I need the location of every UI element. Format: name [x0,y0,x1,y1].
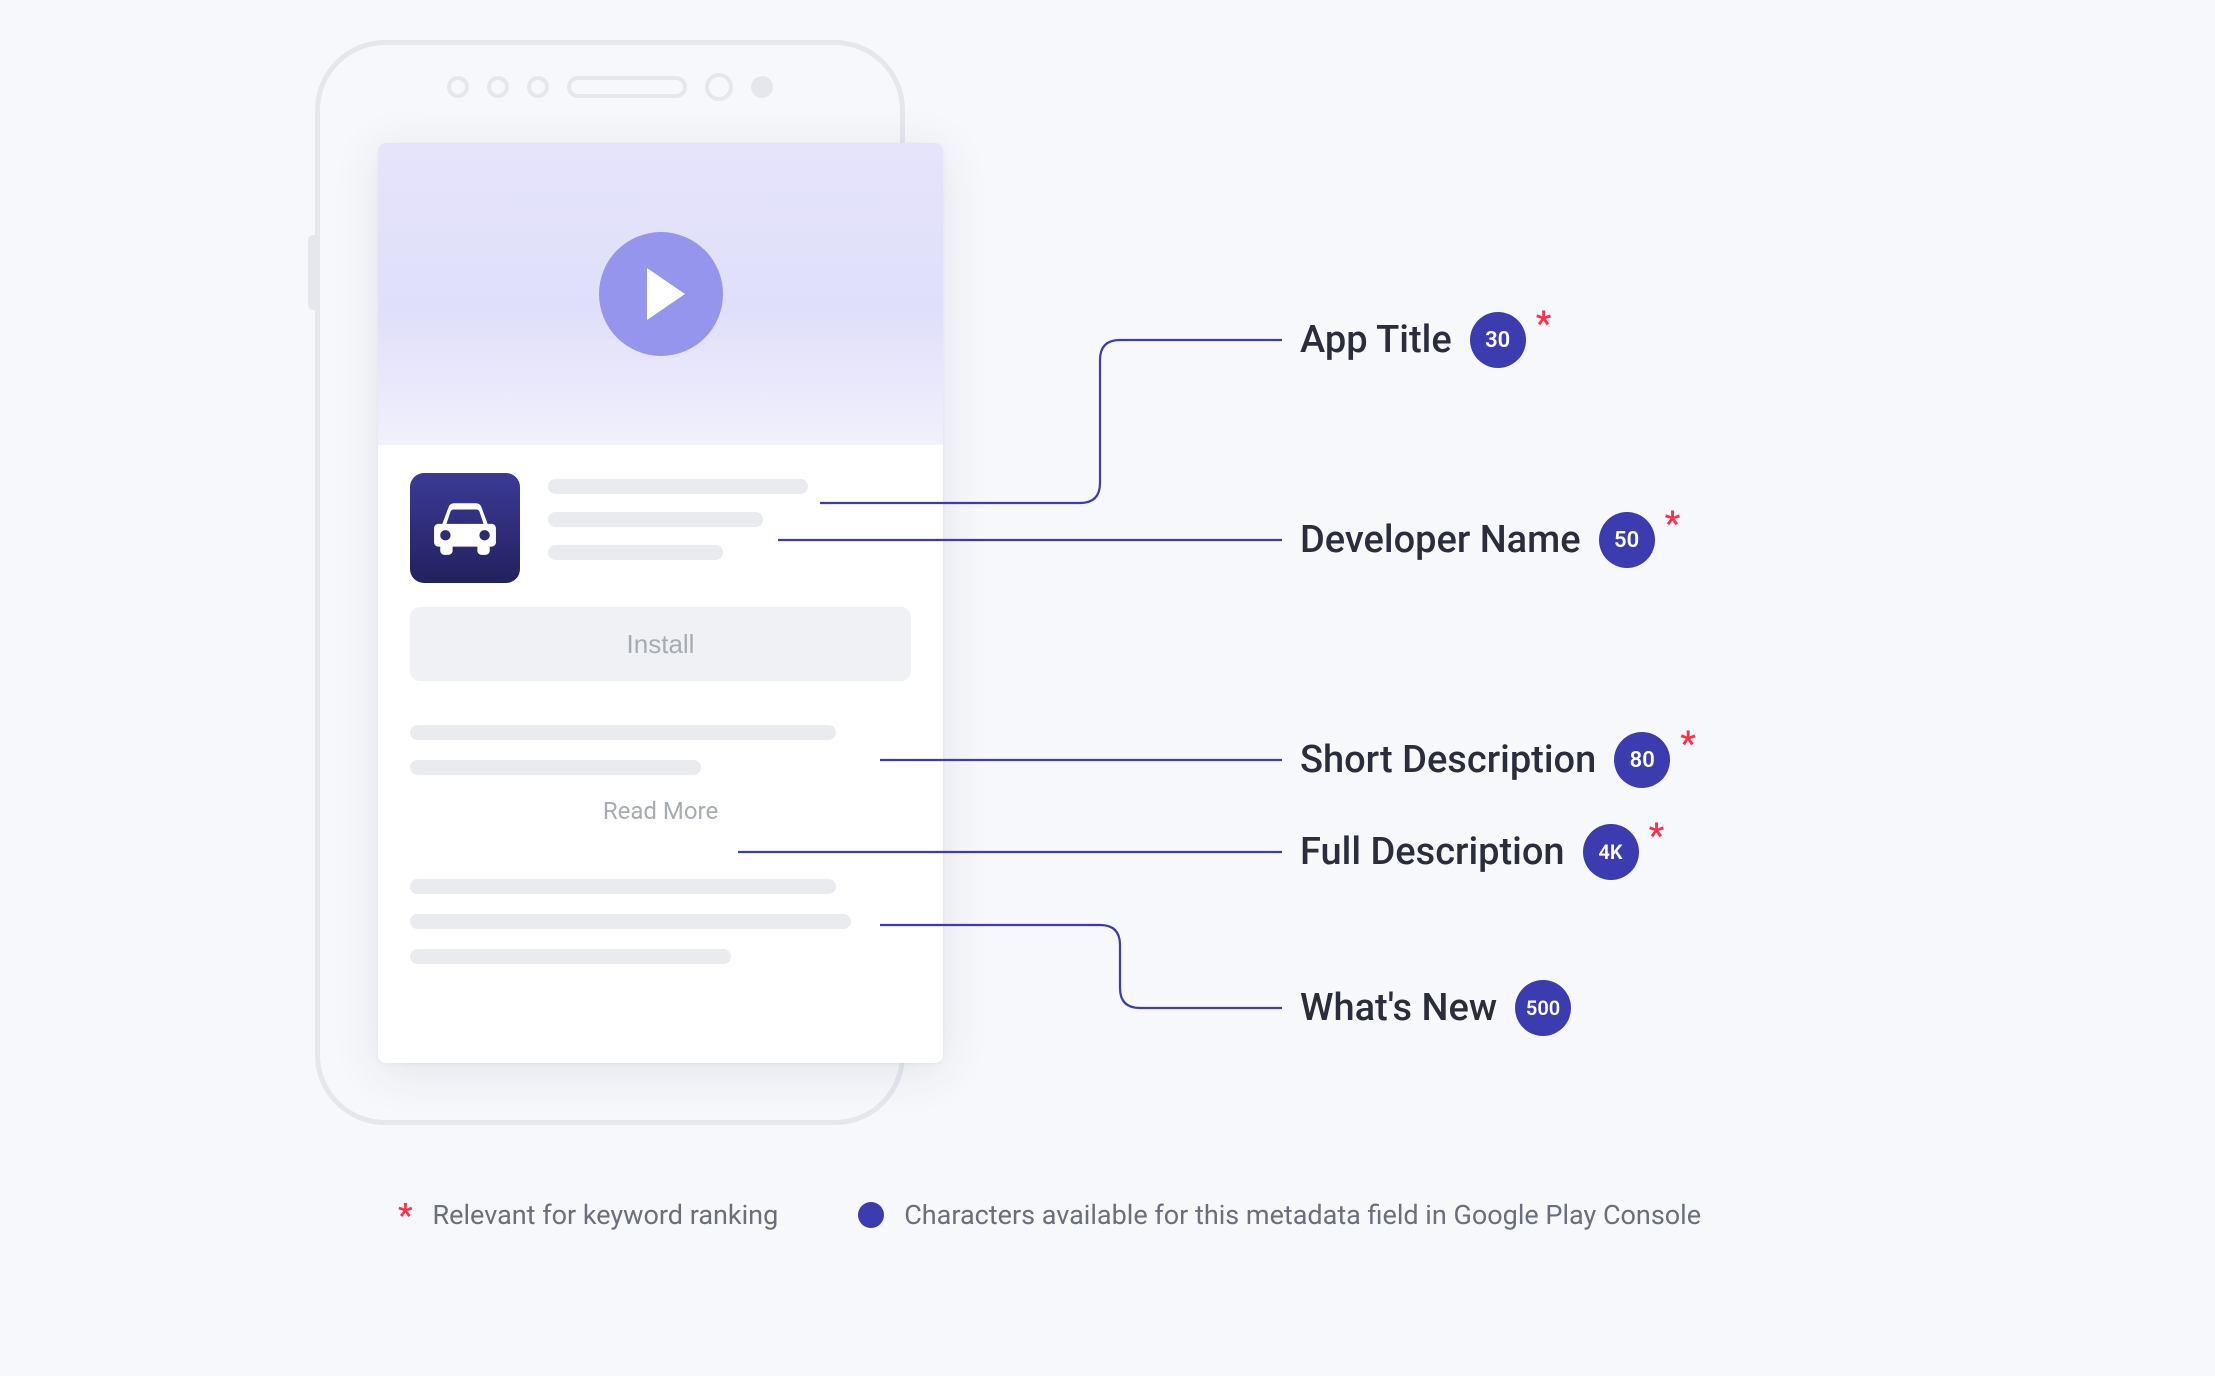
phone-sensor-row [447,73,773,101]
whats-new-section [378,855,943,964]
callout-label: Developer Name [1300,518,1581,562]
callout-label: What's New [1300,986,1497,1030]
callout-developer-name: Developer Name 50 * [1300,512,1680,568]
asterisk-icon: * [1649,816,1664,856]
legend-item-dot: Characters available for this metadata f… [858,1199,1701,1231]
camera-icon [705,73,733,101]
play-button[interactable] [599,232,723,356]
legend-text: Relevant for keyword ranking [433,1199,779,1231]
car-icon [432,500,498,556]
callout-full-description: Full Description 4K * [1300,824,1664,880]
feature-video[interactable] [378,143,943,445]
short-description-placeholder [410,760,701,775]
phone-side-button-left [308,235,317,310]
app-title-placeholder [548,479,808,494]
callout-label: Full Description [1300,830,1565,874]
asterisk-icon: * [1680,724,1695,764]
callout-label: Short Description [1300,738,1596,782]
install-button[interactable]: Install [410,607,911,681]
app-icon [410,473,520,583]
char-limit-badge: 80 [1614,732,1670,788]
legend-item-asterisk: * Relevant for keyword ranking [398,1196,778,1234]
asterisk-icon: * [398,1196,413,1234]
char-limit-badge: 4K [1583,824,1639,880]
asterisk-icon: * [1665,504,1680,544]
dot-icon [858,1202,884,1228]
legend-text: Characters available for this metadata f… [904,1199,1701,1231]
short-description-placeholder [410,725,836,740]
title-row [378,445,943,601]
category-placeholder [548,545,723,560]
play-icon [647,268,685,320]
char-limit-badge: 50 [1599,512,1655,568]
sensor-icon [751,76,773,98]
callout-app-title: App Title 30 * [1300,312,1551,368]
developer-name-placeholder [548,512,763,527]
read-more-link[interactable]: Read More [410,797,911,825]
callout-short-description: Short Description 80 * [1300,732,1696,788]
sensor-icon [527,76,549,98]
whats-new-placeholder [410,949,731,964]
legend: * Relevant for keyword ranking Character… [398,1196,1701,1234]
char-limit-badge: 30 [1470,312,1526,368]
char-limit-badge: 500 [1515,980,1571,1036]
short-description-section: Read More [378,681,943,825]
whats-new-placeholder [410,879,836,894]
title-lines [548,473,911,578]
callout-label: App Title [1300,318,1452,362]
whats-new-placeholder [410,914,851,929]
speaker-grille-icon [567,76,687,98]
callout-whats-new: What's New 500 [1300,980,1571,1036]
diagram-canvas: Install Read More App Title [0,0,2215,1376]
asterisk-icon: * [1536,304,1551,344]
sensor-icon [447,76,469,98]
sensor-icon [487,76,509,98]
app-listing-card: Install Read More [378,143,943,1063]
